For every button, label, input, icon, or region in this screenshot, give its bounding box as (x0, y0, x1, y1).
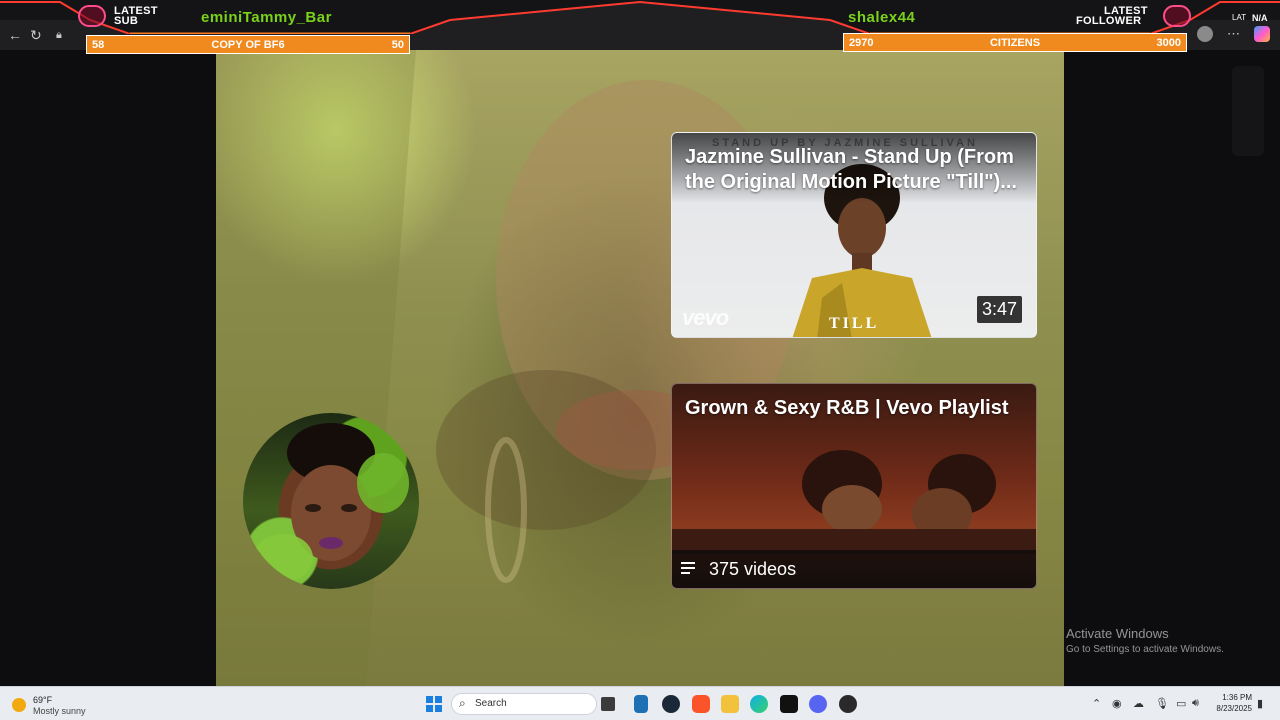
activate-subtitle: Go to Settings to activate Windows. (1066, 644, 1224, 655)
sub-goal-bar: 58 COPY OF BF6 50 (86, 35, 410, 54)
weather-condition: Mostly sunny (33, 706, 86, 716)
steam-icon[interactable] (662, 695, 680, 713)
playlist-icon (681, 562, 695, 574)
na-value: N/A (1252, 13, 1268, 23)
brave-icon[interactable] (692, 695, 710, 713)
channel-avatar[interactable] (243, 413, 419, 589)
heart-follower-icon (1163, 5, 1191, 27)
file-explorer-icon[interactable] (721, 695, 739, 713)
goal-title: COPY OF BF6 (211, 38, 285, 51)
windows-taskbar: 69°F Mostly sunny ⌕ Search ⌃ ◉ ☁ 🎙︎ ▭ 🔊︎… (0, 686, 1280, 720)
weather-temp: 69°F (33, 695, 53, 705)
video-duration: 3:47 (976, 296, 1022, 323)
chevron-up-icon[interactable]: ⌃ (1092, 697, 1101, 710)
video-title[interactable]: Jazmine Sullivan - Stand Up (From the Or… (685, 145, 1025, 195)
video-suggestion-card[interactable]: STAND UP BY JAZMINE SULLIVAN Jazmine Sul… (671, 132, 1037, 338)
activate-title: Activate Windows (1066, 626, 1169, 641)
windows-start-icon[interactable] (425, 695, 443, 713)
network-icon[interactable]: ▭ (1176, 697, 1186, 710)
stream-overlay-header: LATEST SUB eminiTammy_Bar shalex44 LATES… (0, 0, 1280, 34)
task-view-icon[interactable] (601, 697, 615, 711)
search-icon: ⌕ (459, 696, 466, 710)
clock-time: 1:36 PM (1222, 693, 1252, 702)
playlist-thumbnail-figures (672, 450, 1036, 554)
system-clock[interactable]: 1:36 PM 8/23/2025 (1212, 692, 1252, 714)
volume-icon[interactable]: 🔊︎ (1192, 697, 1199, 710)
twitch-sub-icon (78, 5, 106, 27)
latest-follower-label-bottom: FOLLOWER (1076, 15, 1142, 27)
follower-goal-bar: 2970 CITIZENS 3000 (843, 33, 1187, 52)
playlist-suggestion-card[interactable]: Grown & Sexy R&B | Vevo Playlist 375 vid… (671, 383, 1037, 589)
discord-icon[interactable] (809, 695, 827, 713)
vevo-logo: vevo (682, 305, 729, 330)
screen: ← ↻ 🔒︎ ▣ ⋯ STAND UP BY J (0, 0, 1280, 720)
edge-icon[interactable] (750, 695, 768, 713)
video-letterbox-left (0, 50, 216, 686)
playlist-video-count: 375 videos (709, 559, 797, 579)
sun-icon (12, 698, 26, 712)
onedrive-icon[interactable]: ☁ (1133, 697, 1144, 710)
notification-icon[interactable]: ▮ (1257, 697, 1263, 710)
taskbar-search-input[interactable]: ⌕ Search (451, 693, 597, 715)
notepad-icon[interactable] (634, 695, 648, 713)
obs-icon[interactable] (839, 695, 857, 713)
tiktok-icon[interactable] (780, 695, 798, 713)
latest-sub-name: eminiTammy_Bar (201, 9, 332, 26)
playlist-info-bar: 375 videos (672, 550, 1036, 588)
latest-follower-name: shalex44 (848, 9, 916, 26)
playlist-title[interactable]: Grown & Sexy R&B | Vevo Playlist (685, 396, 1025, 421)
steam-tray-icon[interactable]: ◉ (1112, 697, 1122, 710)
artist-portrait (253, 423, 409, 582)
microphone-icon[interactable]: 🎙︎ (1155, 697, 1169, 710)
activate-windows-watermark: Activate Windows Go to Settings to activ… (1066, 626, 1224, 655)
scrollbar[interactable] (1232, 66, 1264, 156)
latest-sub-label-bottom: SUB (114, 15, 139, 27)
film-title: TILL (829, 315, 880, 332)
search-placeholder: Search (475, 698, 507, 709)
goal-title: CITIZENS (989, 36, 1041, 49)
lat-label: LAT (1232, 13, 1247, 22)
clock-date: 8/23/2025 (1216, 704, 1252, 713)
